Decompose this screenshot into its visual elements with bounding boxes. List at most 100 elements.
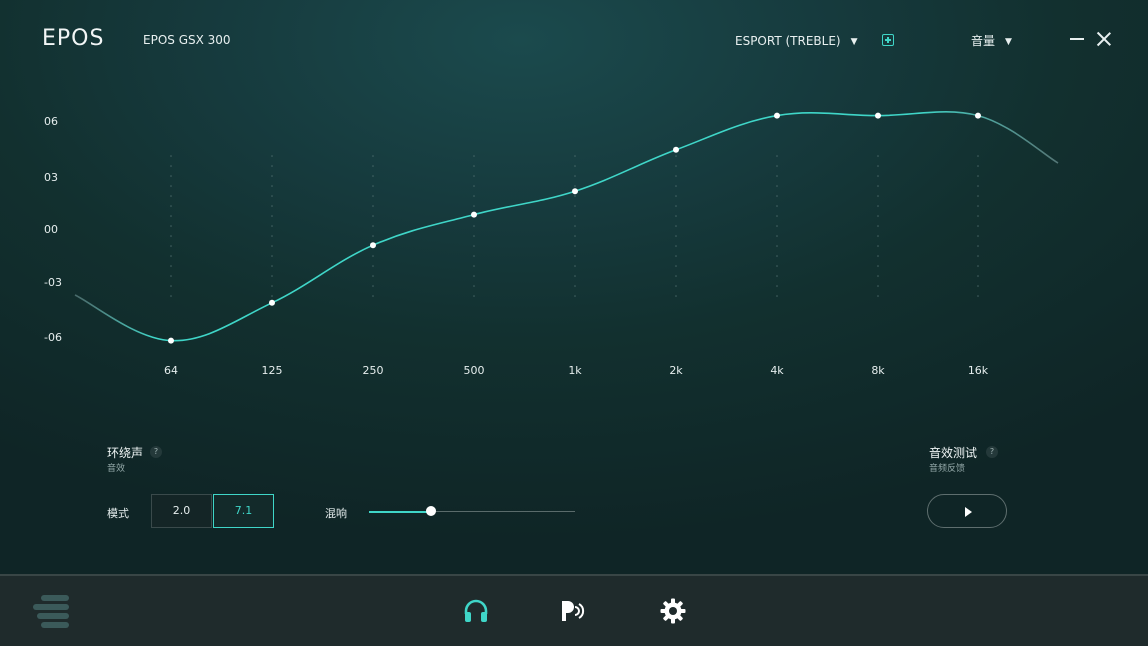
volume-dropdown[interactable]: 音量 ▼	[971, 32, 1012, 49]
reverb-slider-thumb[interactable]	[425, 506, 436, 516]
eq-grid-dot	[170, 195, 172, 197]
eq-grid-dot	[271, 215, 273, 217]
eq-grid-dot	[271, 155, 273, 157]
eq-y-label: 03	[44, 171, 58, 184]
eq-grid-dot	[574, 165, 576, 167]
eq-grid-dot	[271, 165, 273, 167]
microphone-sidetone-icon[interactable]	[560, 598, 588, 624]
eq-band-label: 16k	[968, 364, 989, 377]
eq-grid-dot	[675, 155, 677, 157]
eq-grid-dot	[574, 195, 576, 197]
eq-band-handle-16k[interactable]	[975, 112, 981, 119]
eq-band-label: 125	[262, 364, 283, 377]
device-name: EPOS GSX 300	[143, 33, 231, 47]
surround-help-icon[interactable]: ?	[150, 446, 162, 458]
eq-x-axis: 64 125 250 500 1k 2k 4k 8k 16k	[164, 364, 989, 377]
eq-grid-dot	[977, 165, 979, 167]
eq-grid-dot	[776, 225, 778, 227]
eq-grid-dot	[271, 255, 273, 257]
eq-grid-dot	[473, 195, 475, 197]
eq-band-handle-8k[interactable]	[875, 112, 881, 119]
eq-grid-dot	[877, 175, 879, 177]
eq-band-handle-125[interactable]	[269, 299, 275, 306]
mode-2-0-button[interactable]: 2.0	[151, 494, 212, 528]
eq-grid-dot	[170, 185, 172, 187]
mode-7-1-button[interactable]: 7.1	[213, 494, 274, 528]
headphones-icon[interactable]	[463, 598, 489, 624]
eq-grid-dot	[372, 285, 374, 287]
eq-grid-dot	[877, 165, 879, 167]
eq-grid-dot	[675, 225, 677, 227]
eq-grid-dot	[675, 165, 677, 167]
reverb-label: 混响	[325, 507, 347, 520]
eq-grid-dot	[877, 275, 879, 277]
eq-grid-dot	[473, 235, 475, 237]
preset-dropdown[interactable]: ESPORT (TREBLE) ▼	[735, 34, 858, 48]
eq-grid-dot	[877, 185, 879, 187]
eq-grid-dot	[473, 285, 475, 287]
gear-icon[interactable]	[660, 598, 686, 624]
mode-label: 模式	[107, 507, 129, 520]
eq-grid-dot	[977, 235, 979, 237]
eq-grid-dot	[977, 245, 979, 247]
eq-band-handle-2k[interactable]	[673, 146, 679, 153]
sound-test-subtitle: 音频反馈	[929, 464, 966, 474]
eq-grid-dot	[271, 265, 273, 267]
eq-grid-dot	[877, 295, 879, 297]
eq-grid-dot	[877, 285, 879, 287]
eq-band-label: 1k	[568, 364, 582, 377]
eq-grid-dot	[675, 235, 677, 237]
eq-band-label: 250	[363, 364, 384, 377]
eq-grid-dot	[877, 245, 879, 247]
eq-grid-dot	[977, 175, 979, 177]
eq-grid-dot	[776, 185, 778, 187]
minimize-icon[interactable]	[1070, 38, 1084, 40]
eq-band-handle-500[interactable]	[471, 211, 477, 218]
menu-icon[interactable]	[32, 594, 70, 632]
eq-grid-dot	[372, 255, 374, 257]
eq-grid-dot	[977, 195, 979, 197]
eq-grid-dot	[675, 285, 677, 287]
eq-grid-dot	[473, 255, 475, 257]
eq-band-handle-4k[interactable]	[774, 112, 780, 119]
sound-test-help-icon[interactable]: ?	[986, 446, 998, 458]
eq-grid-dot	[977, 215, 979, 217]
close-icon[interactable]	[1096, 31, 1112, 47]
eq-grid-dot	[170, 165, 172, 167]
eq-grid-dot	[776, 235, 778, 237]
chevron-down-icon: ▼	[1005, 37, 1012, 47]
eq-grid-dot	[372, 205, 374, 207]
eq-grid-dot	[776, 215, 778, 217]
eq-band-handle-250[interactable]	[370, 242, 376, 249]
eq-grid-dot	[170, 295, 172, 297]
eq-grid-dot	[675, 195, 677, 197]
play-icon	[965, 507, 972, 517]
equalizer-graph[interactable]: 06 03 00 -03 -06 64 125 250 500 1k 2k 4k…	[0, 80, 1148, 400]
reverb-slider-fill	[369, 510, 431, 513]
preset-label: ESPORT (TREBLE)	[735, 34, 841, 48]
eq-grid-dot	[574, 285, 576, 287]
bottom-nav	[0, 574, 1148, 646]
eq-grid-dot	[170, 245, 172, 247]
epos-logo: EPOS	[42, 26, 105, 51]
eq-grid-dot	[574, 295, 576, 297]
eq-grid-dot	[372, 175, 374, 177]
eq-grid-dot	[271, 195, 273, 197]
eq-grid-dot	[877, 235, 879, 237]
eq-grid-dot	[776, 195, 778, 197]
play-button[interactable]	[927, 494, 1007, 528]
eq-grid-dot	[977, 295, 979, 297]
eq-band-handle-1k[interactable]	[572, 188, 578, 195]
eq-y-label: -06	[44, 331, 62, 344]
eq-grid-dot	[574, 255, 576, 257]
eq-grid-dot	[473, 245, 475, 247]
eq-grid-dot	[877, 205, 879, 207]
eq-grid-dot	[372, 155, 374, 157]
eq-grid-dot	[675, 215, 677, 217]
eq-grid	[170, 155, 979, 297]
eq-y-label: 00	[44, 223, 58, 236]
eq-band-handle-64[interactable]	[168, 337, 174, 344]
eq-grid-dot	[372, 225, 374, 227]
eq-grid-dot	[170, 255, 172, 257]
add-preset-icon[interactable]	[882, 34, 894, 46]
